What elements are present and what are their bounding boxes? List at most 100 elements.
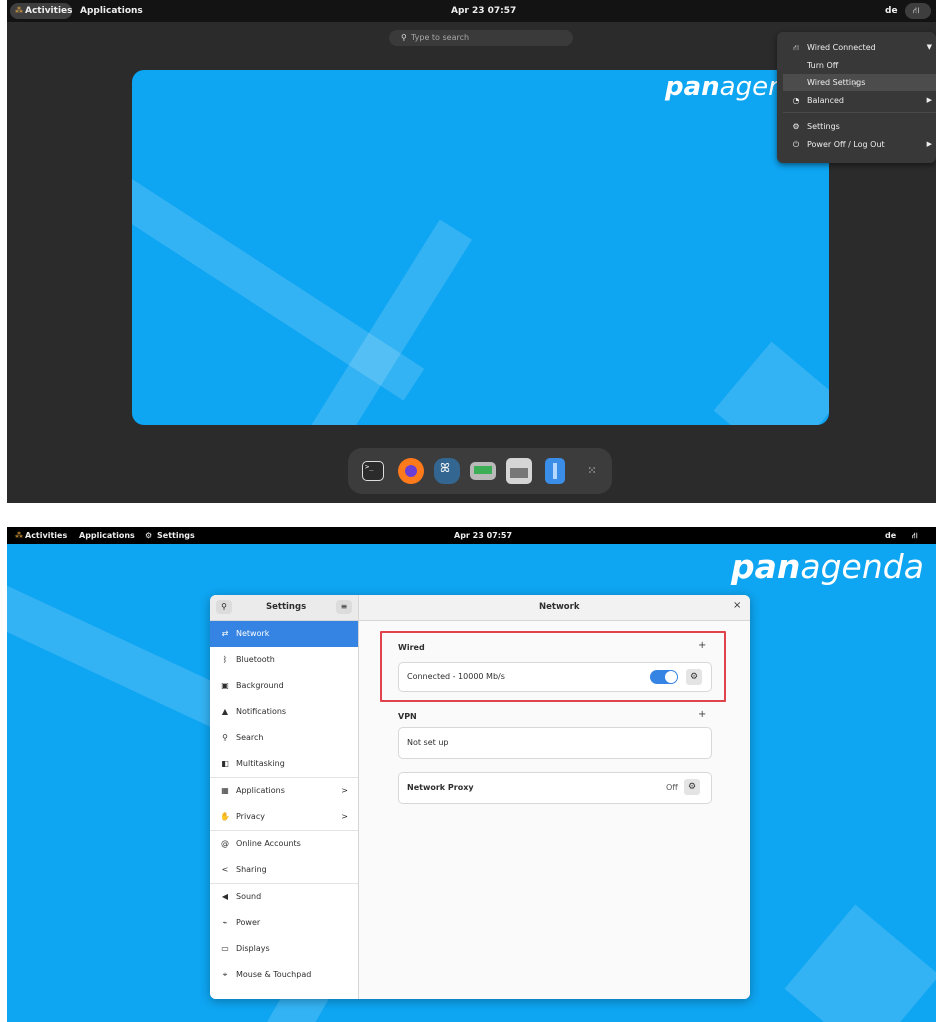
sidebar-item-privacy[interactable]: ✋ Privacy > — [210, 804, 358, 831]
vpn-section-title: VPN — [398, 712, 417, 721]
network-proxy-label: Network Proxy — [407, 783, 474, 792]
share-icon: < — [221, 865, 229, 874]
vpn-status: Not set up — [407, 738, 449, 747]
workspace-thumbnail[interactable]: panagen — [132, 70, 829, 425]
wired-connected-label: Wired Connected — [807, 43, 876, 52]
sidebar-item-label: Applications — [236, 786, 285, 795]
clock[interactable]: Apr 23 07:57 — [451, 0, 516, 22]
close-button[interactable]: × — [733, 600, 741, 611]
add-vpn-button[interactable]: + — [698, 709, 706, 720]
wired-settings-item[interactable]: Wired Settings ☝ — [783, 74, 936, 91]
top-bar: ⁂ Activities Applications ⚙ Settings Apr… — [7, 527, 936, 544]
wallpaper-shape — [784, 904, 936, 1022]
power-icon: ⌁ — [222, 918, 228, 927]
dock: >_ ꕤ ⁙ — [348, 448, 612, 494]
speaker-icon: ◀ — [221, 892, 229, 901]
sidebar-item-applications[interactable]: ▦ Applications > — [210, 778, 358, 804]
background-icon: ▣ — [221, 681, 229, 690]
sidebar-item-label: Mouse & Touchpad — [236, 970, 312, 979]
files-icon[interactable] — [545, 458, 565, 484]
power-icon: ⏻ — [792, 140, 800, 149]
sidebar-item-network[interactable]: ⇄ Network — [210, 621, 358, 647]
system-menu: ⛙ Wired Connected ▼ Turn Off Wired Setti… — [777, 32, 936, 163]
applications-menu[interactable]: Applications — [79, 527, 135, 544]
printer-icon[interactable] — [506, 458, 532, 484]
search-input[interactable]: ⚲ Type to search — [389, 30, 573, 46]
network-proxy-row[interactable]: Network Proxy Off ⚙ — [398, 772, 712, 804]
main-menu-button[interactable]: ≡ — [336, 600, 352, 614]
multitasking-icon: ◧ — [221, 759, 229, 768]
sidebar-title: Settings — [266, 602, 307, 612]
sidebar-item-sharing[interactable]: < Sharing — [210, 857, 358, 884]
caret-down-icon: ▼ — [926, 43, 932, 51]
sidebar-item-online-accounts[interactable]: @ Online Accounts — [210, 831, 358, 857]
arrow-right-icon: ▶ — [926, 96, 932, 104]
applications-menu[interactable]: Applications — [80, 0, 143, 22]
keyboard-layout[interactable]: de — [885, 527, 896, 544]
display-icon: ▭ — [221, 944, 229, 953]
proxy-settings-button[interactable]: ⚙ — [684, 779, 700, 795]
sidebar-item-notifications[interactable]: ▲ Notifications — [210, 699, 358, 725]
power-off-item[interactable]: ⏻ Power Off / Log Out ▶ — [783, 136, 936, 153]
firefox-icon[interactable] — [398, 458, 424, 484]
brand-logo: panagenda — [731, 547, 924, 586]
top-bar: ⁂ Activities Applications Apr 23 07:57 d… — [7, 0, 936, 22]
sidebar-item-label: Online Accounts — [236, 839, 301, 848]
activities-button[interactable]: Activities — [25, 527, 67, 544]
show-apps-icon[interactable]: ⁙ — [581, 460, 603, 482]
sidebar-item-bluetooth[interactable]: ᛒ Bluetooth — [210, 647, 358, 673]
network-wired-icon[interactable]: ⛙ — [912, 527, 918, 544]
gear-icon: ⚙ — [792, 122, 800, 131]
disks-icon[interactable] — [470, 462, 496, 480]
wallpaper-shape — [713, 341, 829, 425]
settings-label: Settings — [807, 122, 840, 131]
highlight-box — [380, 631, 726, 702]
chevron-right-icon: > — [341, 786, 348, 795]
sidebar-item-search[interactable]: ⚲ Search — [210, 725, 358, 751]
sidebar-item-label: Bluetooth — [236, 655, 275, 664]
gear-icon: ⚙ — [145, 531, 153, 540]
sidebar-item-label: Search — [236, 733, 264, 742]
vpn-row: Not set up — [398, 727, 712, 759]
network-wired-icon: ⛙ — [793, 43, 799, 52]
turn-off-item[interactable]: Turn Off — [783, 57, 936, 74]
clock[interactable]: Apr 23 07:57 — [454, 527, 512, 544]
sidebar-item-displays[interactable]: ▭ Displays — [210, 936, 358, 962]
search-button[interactable]: ⚲ — [216, 600, 232, 614]
bell-icon: ▲ — [221, 707, 229, 716]
activities-label: Activities — [25, 6, 73, 16]
network-icon: ⇄ — [221, 629, 229, 638]
system-status-button[interactable]: ⛙ — [905, 3, 931, 19]
settings-screenshot: ⁂ Activities Applications ⚙ Settings Apr… — [7, 527, 936, 1022]
sidebar-item-sound[interactable]: ◀ Sound — [210, 884, 358, 910]
turn-off-label: Turn Off — [807, 61, 839, 70]
wired-connected-item[interactable]: ⛙ Wired Connected ▼ — [783, 39, 936, 56]
sidebar-item-background[interactable]: ▣ Background — [210, 673, 358, 699]
sidebar-item-mouse[interactable]: ⌖ Mouse & Touchpad — [210, 962, 358, 988]
power-mode-icon: ◔ — [792, 96, 800, 105]
balanced-label: Balanced — [807, 96, 844, 105]
search-placeholder: Type to search — [411, 33, 470, 42]
search-icon: ⚲ — [401, 33, 407, 42]
brand-logo: panagen — [665, 72, 785, 102]
activities-icon: ⁂ — [15, 6, 23, 15]
activities-button[interactable]: ⁂ Activities — [10, 3, 73, 19]
terminal-icon[interactable]: >_ — [362, 461, 384, 481]
power-off-label: Power Off / Log Out — [807, 140, 885, 149]
sidebar-item-label: Notifications — [236, 707, 287, 716]
bluetooth-icon: ᛒ — [222, 655, 228, 664]
power-mode-item[interactable]: ◔ Balanced ▶ — [783, 92, 936, 109]
settings-item[interactable]: ⚙ Settings — [783, 118, 936, 135]
app-menu[interactable]: Settings — [157, 527, 195, 544]
sidebar-item-label: Privacy — [236, 812, 265, 821]
network-panel: Wired + Connected - 10000 Mb/s ⚙ VPN + N… — [359, 621, 750, 999]
activities-icon: ⁂ — [15, 531, 23, 540]
sidebar-item-label: Displays — [236, 944, 270, 953]
keyboard-layout[interactable]: de — [885, 0, 898, 22]
pgadmin-icon[interactable]: ꕤ — [434, 458, 460, 484]
sidebar-item-label: Power — [236, 918, 261, 927]
sidebar-item-multitasking[interactable]: ◧ Multitasking — [210, 751, 358, 778]
chevron-right-icon: > — [341, 812, 348, 821]
sidebar-item-power[interactable]: ⌁ Power — [210, 910, 358, 936]
sidebar-headerbar: ⚲ Settings ≡ — [210, 595, 358, 621]
